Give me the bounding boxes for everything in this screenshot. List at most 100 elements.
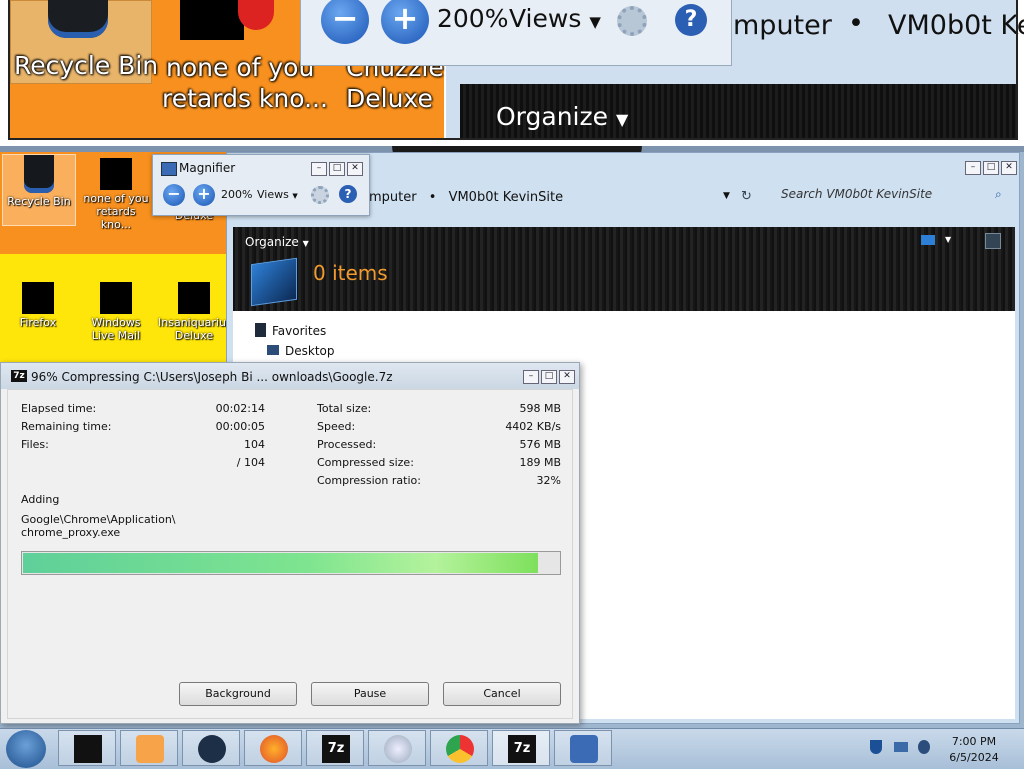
- desktop-icon-label: Windows Live Mail: [91, 316, 141, 342]
- elapsed-value: 00:02:14: [215, 402, 265, 415]
- 7zip-icon: 7z: [322, 735, 350, 763]
- processed-value: 576 MB: [519, 438, 561, 451]
- desktop-icon-redacted[interactable]: none of you retards kno...: [80, 158, 152, 231]
- cmd-icon: [74, 735, 102, 763]
- magnifier-window-controls: – □ ✕: [311, 162, 363, 176]
- taskbar-button-firefox[interactable]: [244, 730, 302, 766]
- help-icon[interactable]: ?: [339, 185, 357, 203]
- dialog-window-controls: – □ ✕: [523, 370, 575, 384]
- desktop-icon-windows-live-mail[interactable]: Windows Live Mail: [80, 282, 152, 342]
- 7zip-icon: 7z: [508, 735, 536, 763]
- chevron-down-icon: ▼: [589, 13, 601, 31]
- minimize-icon[interactable]: –: [311, 162, 327, 176]
- taskbar-button-magnifier[interactable]: [554, 730, 612, 766]
- refresh-icon[interactable]: ↻: [741, 189, 752, 204]
- cancel-button[interactable]: Cancel: [443, 682, 561, 706]
- total-size-label: Total size:: [317, 402, 372, 415]
- view-icon[interactable]: [921, 235, 935, 245]
- maximize-icon[interactable]: □: [329, 162, 345, 176]
- magnified-recycle-bin-icon: [48, 0, 108, 38]
- magnifier-icon: [161, 162, 177, 176]
- nav-favorites-label: Favorites: [272, 324, 327, 338]
- taskbar-button-cmd[interactable]: [58, 730, 116, 766]
- dialog-title: 96% Compressing C:\Users\Joseph Bi ... o…: [31, 370, 393, 384]
- nav-desktop[interactable]: Desktop: [267, 344, 335, 358]
- total-size-value: 598 MB: [519, 402, 561, 415]
- address-part: mputer: [369, 190, 417, 205]
- organize-button[interactable]: Organize ▼: [245, 235, 309, 249]
- help-icon: ?: [675, 4, 707, 36]
- magnified-address-site: VM0b0t Ke: [888, 10, 1024, 41]
- recycle-bin-icon: [24, 155, 54, 193]
- clock-date: 6/5/2024: [949, 751, 999, 764]
- redacted-icon: [100, 158, 132, 190]
- security-icon[interactable]: [870, 740, 882, 754]
- magnified-address-sep: •: [848, 8, 864, 39]
- maximize-icon[interactable]: □: [541, 370, 557, 384]
- files-total: / 104: [236, 456, 265, 469]
- files-label: Files:: [21, 438, 49, 451]
- magnified-zoom: 200%: [437, 4, 509, 33]
- network-icon[interactable]: [894, 742, 908, 752]
- taskbar-button-chrome[interactable]: [430, 730, 488, 766]
- zoom-in-button[interactable]: +: [193, 184, 215, 206]
- address-site: VM0b0t KevinSite: [448, 190, 564, 205]
- desktop-icon: [267, 345, 279, 355]
- desktop-icon-label: Firefox: [19, 316, 57, 329]
- magnified-organize: Organize ▼: [496, 102, 629, 131]
- nav-desktop-label: Desktop: [285, 344, 335, 358]
- taskbar-button-globe[interactable]: [182, 730, 240, 766]
- compression-ratio-value: 32%: [536, 474, 561, 487]
- taskbar-button-7zip-active[interactable]: 7z: [492, 730, 550, 766]
- magnifier-title: Magnifier: [179, 161, 236, 175]
- taskbar-button-cd[interactable]: [368, 730, 426, 766]
- maximize-icon[interactable]: □: [983, 161, 999, 175]
- volume-icon[interactable]: [918, 740, 930, 754]
- current-path-line1: Google\Chrome\Application\: [21, 513, 176, 526]
- magnified-magnifier-toolbar: − + 200% Views ▼ ?: [300, 0, 732, 66]
- gear-icon[interactable]: [311, 186, 329, 204]
- remaining-value: 00:00:05: [215, 420, 265, 433]
- view-dropdown-icon[interactable]: ▼: [945, 235, 951, 244]
- address-dropdown-icon[interactable]: ▼: [723, 191, 730, 201]
- clock[interactable]: 7:00 PM 6/5/2024: [934, 734, 1014, 766]
- taskbar-button-7zip[interactable]: 7z: [306, 730, 364, 766]
- zoom-level: 200%: [221, 188, 253, 201]
- elapsed-label: Elapsed time:: [21, 402, 97, 415]
- close-icon[interactable]: ✕: [347, 162, 363, 176]
- minimize-icon[interactable]: –: [523, 370, 539, 384]
- progress-fill: [23, 553, 538, 573]
- magnified-icon-label-1: none of you: [166, 53, 315, 82]
- speed-label: Speed:: [317, 420, 356, 433]
- close-icon[interactable]: ✕: [1001, 161, 1017, 175]
- compressed-size-value: 189 MB: [519, 456, 561, 469]
- current-path-line2: chrome_proxy.exe: [21, 526, 121, 539]
- zoom-out-button[interactable]: −: [163, 184, 185, 206]
- views-button[interactable]: Views ▼: [257, 188, 298, 201]
- search-placeholder: Search VM0b0t KevinSite: [781, 187, 933, 201]
- start-button[interactable]: [6, 730, 46, 768]
- desktop-icon-insaniquarium[interactable]: Insaniquarium Deluxe: [158, 282, 237, 342]
- favorites-icon: [255, 323, 266, 337]
- compressed-size-label: Compressed size:: [317, 456, 414, 469]
- mail-icon: [100, 282, 132, 314]
- background-button[interactable]: Background: [179, 682, 297, 706]
- taskbar-button-media-player[interactable]: [120, 730, 178, 766]
- search-input[interactable]: Search VM0b0t KevinSite ⌕: [781, 187, 1019, 209]
- nav-favorites[interactable]: Favorites: [255, 323, 326, 338]
- chevron-down-icon: ▼: [292, 192, 298, 200]
- preview-pane-icon[interactable]: [985, 233, 1001, 249]
- desktop-icon-recycle-bin[interactable]: Recycle Bin: [2, 154, 76, 226]
- zoom-in-icon: +: [381, 0, 429, 44]
- desktop-icon-firefox[interactable]: Firefox: [2, 282, 74, 329]
- pause-button[interactable]: Pause: [311, 682, 429, 706]
- minimize-icon[interactable]: –: [965, 161, 981, 175]
- desktop-icon-label: Recycle Bin: [7, 195, 71, 208]
- address-bar[interactable]: mputer • VM0b0t KevinSite: [369, 190, 563, 205]
- progress-bar: [21, 551, 561, 575]
- magnifier-icon: [570, 735, 598, 763]
- globe-icon: [198, 735, 226, 763]
- magnified-recycle-bin-label: Recycle Bin: [14, 51, 159, 80]
- clock-time: 7:00 PM: [951, 735, 997, 748]
- close-icon[interactable]: ✕: [559, 370, 575, 384]
